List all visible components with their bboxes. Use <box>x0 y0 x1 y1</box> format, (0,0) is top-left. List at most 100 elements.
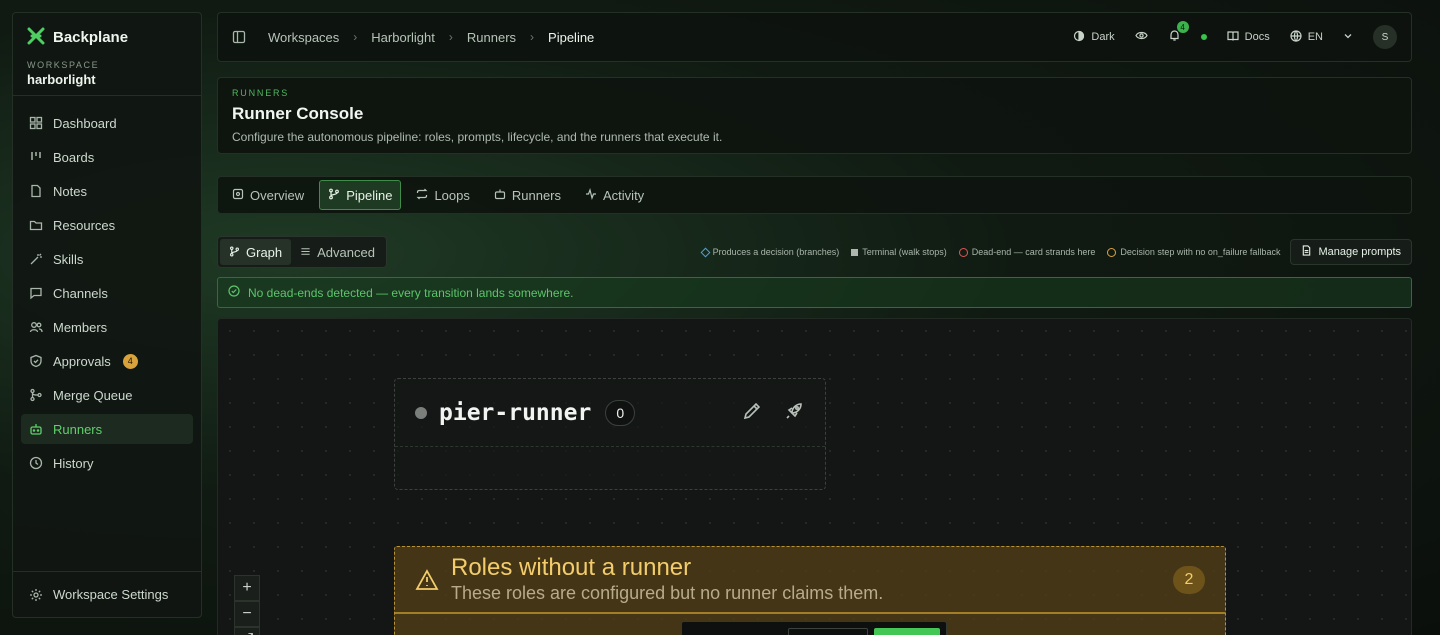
git-merge-icon <box>29 388 43 402</box>
workspace-settings-label: Workspace Settings <box>53 587 169 602</box>
tab-activity[interactable]: Activity <box>576 180 653 210</box>
circle-x-icon <box>958 247 968 257</box>
bot-icon <box>494 188 506 203</box>
sidebar-item-label: History <box>53 455 94 471</box>
folder-icon <box>29 218 43 232</box>
sidebar-item-resources[interactable]: Resources <box>21 210 193 240</box>
zoom-in-button[interactable]: + <box>234 575 260 601</box>
breadcrumb-pipeline: Pipeline <box>548 29 595 45</box>
half-moon-icon <box>1073 30 1085 45</box>
console-tabs: Overview Pipeline Loops Runners Activity <box>217 176 1412 214</box>
bot-icon <box>29 422 43 436</box>
circle-alert-icon <box>1107 247 1117 257</box>
tab-pipeline[interactable]: Pipeline <box>319 180 402 210</box>
sidebar-item-notes[interactable]: Notes <box>21 176 193 206</box>
roles-group-subtitle: These roles are configured but no runner… <box>451 583 884 604</box>
graph-view-button[interactable]: Graph <box>220 239 292 265</box>
sidebar-item-label: Boards <box>53 149 95 165</box>
runner-node-header: pier-runner 0 <box>395 379 825 447</box>
pipeline-canvas[interactable]: pier-runner 0 Roles without a runner The… <box>217 318 1412 635</box>
sidebar-item-members[interactable]: Members <box>21 312 193 342</box>
rocket-icon[interactable] <box>783 400 805 425</box>
advanced-view-button[interactable]: Advanced <box>291 239 384 265</box>
notification-count-badge: 4 <box>1176 21 1189 33</box>
breadcrumb: Workspaces › Harborlight › Runners › Pip… <box>268 30 594 45</box>
sidebar-item-label: Merge Queue <box>53 387 133 403</box>
sidebar-item-approvals[interactable]: Approvals 4 <box>21 346 193 376</box>
plus-icon: + <box>242 579 252 596</box>
sidebar-item-dashboard[interactable]: Dashboard <box>21 108 193 138</box>
theme-label: Dark <box>1091 31 1115 43</box>
sidebar-item-skills[interactable]: Skills <box>21 244 193 274</box>
clock-icon <box>29 456 43 470</box>
zoom-controls: + − ⤢ <box>234 575 260 635</box>
sidebar-item-label: Skills <box>53 251 84 267</box>
legend-no-fallback: Decision step with no on_failure fallbac… <box>1107 247 1280 257</box>
gear-icon <box>29 588 43 602</box>
tab-loops[interactable]: Loops <box>407 180 478 210</box>
runner-status-dot <box>415 406 427 419</box>
language-select[interactable]: EN <box>1290 29 1323 45</box>
eye-icon[interactable] <box>1134 29 1148 45</box>
globe-icon <box>1290 29 1302 45</box>
maximize-icon: ⤢ <box>241 631 254 635</box>
legend-decision: Produces a decision (branches) <box>700 247 839 257</box>
role-card-primary-button[interactable] <box>874 628 940 635</box>
roles-group-count: 2 <box>1173 565 1205 594</box>
tab-overview[interactable]: Overview <box>223 180 313 210</box>
tab-label: Loops <box>434 187 470 203</box>
bell-icon <box>1168 30 1181 45</box>
breadcrumb-runners[interactable]: Runners <box>467 30 516 45</box>
workspace-settings-button[interactable]: Workspace Settings <box>13 571 201 617</box>
sidebar-item-runners[interactable]: Runners <box>21 414 193 444</box>
runner-node[interactable]: pier-runner 0 <box>394 378 826 490</box>
sidebar-item-label: Runners <box>53 421 103 437</box>
topbar: Workspaces › Harborlight › Runners › Pip… <box>217 12 1412 62</box>
pencil-icon[interactable] <box>741 400 763 425</box>
sidebar-item-boards[interactable]: Boards <box>21 142 193 172</box>
sidebar-item-label: Dashboard <box>53 115 117 131</box>
chevron-right-icon: › <box>353 30 358 44</box>
topbar-actions: Dark 4 Docs EN S <box>1073 21 1397 49</box>
workspace-name[interactable]: harborlight <box>13 70 201 87</box>
legend-no-fallback-label: Decision step with no on_failure fallbac… <box>1120 247 1281 257</box>
brand[interactable]: Backplane <box>13 13 201 48</box>
file-icon <box>29 184 43 198</box>
repeat-icon <box>416 188 428 203</box>
graph-view-label: Graph <box>246 244 283 260</box>
approvals-count-badge: 4 <box>122 353 138 369</box>
runner-role-count: 0 <box>605 399 636 426</box>
docs-link[interactable]: Docs <box>1227 30 1270 45</box>
tab-runners[interactable]: Runners <box>485 180 570 210</box>
chevron-down-icon[interactable] <box>1343 31 1353 44</box>
role-card-secondary-button[interactable] <box>788 628 868 635</box>
graph-toolbar: Graph Advanced Produces a decision (bran… <box>217 236 1412 268</box>
dead-end-check-alert: No dead-ends detected — every transition… <box>217 277 1412 308</box>
alert-text: No dead-ends detected — every transition… <box>248 285 574 300</box>
shield-icon <box>29 354 43 368</box>
sidebar-item-label: Approvals <box>53 353 111 369</box>
manage-prompts-button[interactable]: Manage prompts <box>1290 239 1412 265</box>
sidebar-item-history[interactable]: History <box>21 448 193 478</box>
roles-group-title: Roles without a runner <box>451 553 692 581</box>
message-icon <box>29 286 43 300</box>
tab-label: Runners <box>511 187 562 203</box>
diamond-icon <box>700 247 711 257</box>
runner-actions <box>741 400 805 425</box>
legend-terminal-label: Terminal (walk stops) <box>862 247 947 257</box>
sidebar-item-merge-queue[interactable]: Merge Queue <box>21 380 193 410</box>
activity-icon <box>585 187 597 203</box>
sidebar-toggle-icon[interactable] <box>232 30 246 44</box>
fit-view-button[interactable]: ⤢ <box>234 627 260 635</box>
avatar[interactable]: S <box>1373 25 1397 49</box>
grid-icon <box>29 116 43 130</box>
breadcrumb-harborlight[interactable]: Harborlight <box>371 30 435 45</box>
page-title: Runner Console <box>232 104 364 123</box>
gauge-icon <box>232 188 244 203</box>
zoom-out-button[interactable]: − <box>234 601 260 627</box>
breadcrumb-workspaces[interactable]: Workspaces <box>268 30 339 45</box>
notifications-button[interactable]: 4 <box>1168 21 1189 45</box>
sidebar-item-channels[interactable]: Channels <box>21 278 193 308</box>
theme-toggle-button[interactable]: Dark <box>1073 30 1115 45</box>
minus-icon: − <box>242 605 252 622</box>
